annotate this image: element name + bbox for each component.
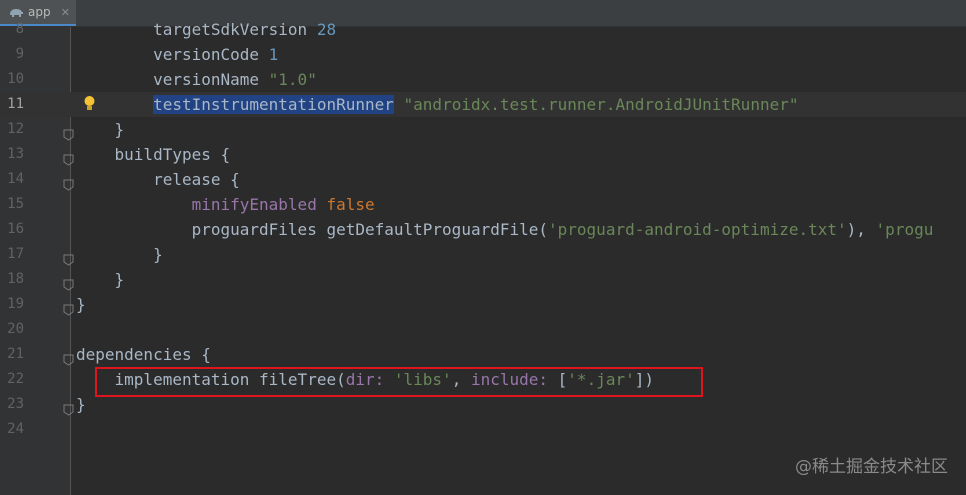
line-number: 15 xyxy=(7,196,24,212)
code-text: } xyxy=(76,117,125,142)
code-text: versionCode 1 xyxy=(76,42,278,67)
code-line-17[interactable]: 17 } xyxy=(0,242,966,267)
code-token: buildTypes { xyxy=(76,145,231,164)
fold-marker-icon[interactable] xyxy=(63,173,74,191)
code-token: } xyxy=(76,120,125,139)
line-number: 13 xyxy=(7,146,24,162)
line-number: 11 xyxy=(7,96,24,112)
line-number: 22 xyxy=(7,371,24,387)
code-line-12[interactable]: 12 } xyxy=(0,117,966,142)
line-number: 10 xyxy=(7,71,24,87)
fold-marker-icon[interactable] xyxy=(63,273,74,291)
code-line-24[interactable]: 24 xyxy=(0,417,966,442)
code-token: } xyxy=(76,295,86,314)
line-number: 12 xyxy=(7,121,24,137)
line-number: 17 xyxy=(7,246,24,262)
code-text: release { xyxy=(76,167,240,192)
code-token: minifyEnabled xyxy=(191,195,317,214)
code-text: buildTypes { xyxy=(76,142,231,167)
code-token: "1.0" xyxy=(268,70,317,89)
code-token: ), xyxy=(846,220,876,239)
code-text: } xyxy=(76,242,163,267)
code-token: versionName xyxy=(76,70,269,89)
line-number: 21 xyxy=(7,346,24,362)
code-text: minifyEnabled false xyxy=(76,192,375,217)
code-line-18[interactable]: 18 } xyxy=(0,267,966,292)
code-token: false xyxy=(326,195,375,214)
annotation-highlight-box xyxy=(95,367,703,397)
code-line-10[interactable]: 10 versionName "1.0" xyxy=(0,67,966,92)
fold-marker-icon[interactable] xyxy=(63,348,74,366)
code-text: testInstrumentationRunner "androidx.test… xyxy=(76,92,798,117)
watermark: @稀土掘金技术社区 xyxy=(795,457,948,477)
code-text: proguardFiles getDefaultProguardFile('pr… xyxy=(76,217,934,242)
code-text: targetSdkVersion 28 xyxy=(76,17,336,42)
line-number: 20 xyxy=(7,321,24,337)
code-line-13[interactable]: 13 buildTypes { xyxy=(0,142,966,167)
line-number: 9 xyxy=(15,46,24,62)
code-token: proguardFiles getDefaultProguardFile( xyxy=(76,220,549,239)
code-token: 'proguard-android-optimize.txt' xyxy=(548,220,847,239)
code-token: dependencies { xyxy=(76,345,211,364)
code-text: } xyxy=(76,392,86,417)
code-token: } xyxy=(76,395,86,414)
fold-marker-icon[interactable] xyxy=(63,148,74,166)
line-number: 23 xyxy=(7,396,24,412)
code-line-11[interactable]: 11 testInstrumentationRunner "androidx.t… xyxy=(0,92,966,117)
code-token: 28 xyxy=(316,20,337,39)
code-token: targetSdkVersion xyxy=(76,20,317,39)
code-token: } xyxy=(76,270,125,289)
line-number: 14 xyxy=(7,171,24,187)
line-number: 16 xyxy=(7,221,24,237)
code-token: 'progu xyxy=(875,220,934,239)
code-line-9[interactable]: 9 versionCode 1 xyxy=(0,42,966,67)
code-line-16[interactable]: 16 proguardFiles getDefaultProguardFile(… xyxy=(0,217,966,242)
code-text: dependencies { xyxy=(76,342,211,367)
code-text: } xyxy=(76,292,86,317)
code-text: } xyxy=(76,267,125,292)
code-line-8[interactable]: 8 targetSdkVersion 28 xyxy=(0,17,966,42)
line-number: 24 xyxy=(7,421,24,437)
code-token: } xyxy=(76,245,163,264)
code-line-14[interactable]: 14 release { xyxy=(0,167,966,192)
code-line-19[interactable]: 19} xyxy=(0,292,966,317)
line-number: 8 xyxy=(15,21,24,37)
code-line-20[interactable]: 20 xyxy=(0,317,966,342)
code-token: 1 xyxy=(268,45,279,64)
fold-marker-icon[interactable] xyxy=(63,248,74,266)
code-line-21[interactable]: 21 dependencies { xyxy=(0,342,966,367)
line-number: 19 xyxy=(7,296,24,312)
code-text: versionName "1.0" xyxy=(76,67,317,92)
selected-token: testInstrumentationRunner xyxy=(153,95,394,114)
fold-marker-icon[interactable] xyxy=(63,123,74,141)
fold-marker-icon[interactable] xyxy=(63,298,74,316)
code-token: "androidx.test.runner.AndroidJUnitRunner… xyxy=(403,95,799,114)
code-line-15[interactable]: 15 minifyEnabled false xyxy=(0,192,966,217)
line-number: 18 xyxy=(7,271,24,287)
code-token: release { xyxy=(76,170,240,189)
fold-marker-icon[interactable] xyxy=(63,398,74,416)
code-token: versionCode xyxy=(76,45,269,64)
